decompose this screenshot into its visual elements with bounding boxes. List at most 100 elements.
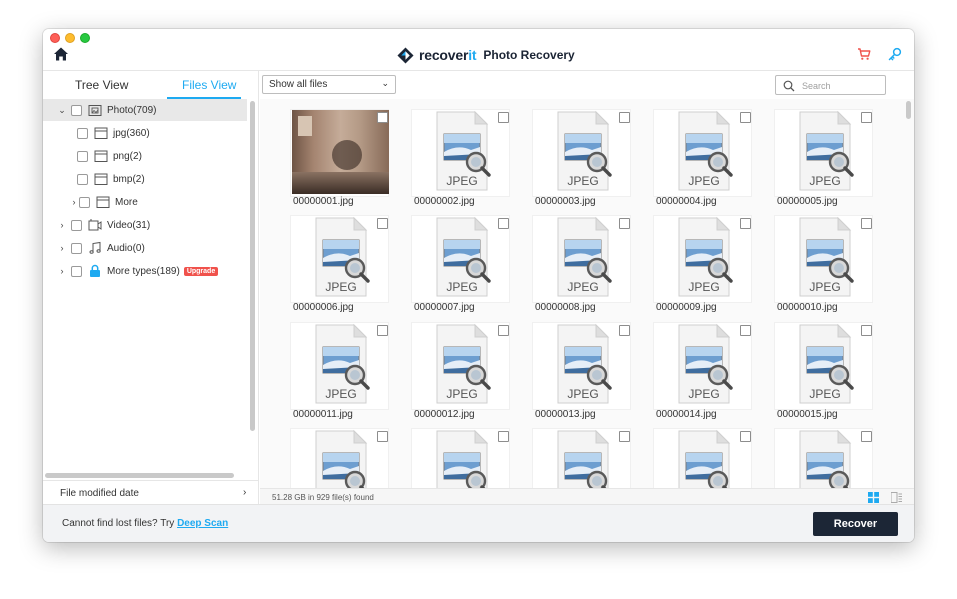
file-checkbox[interactable] <box>740 112 751 123</box>
tree-item-label: Photo(709) <box>107 104 157 116</box>
file-tile[interactable]: JPEG <box>532 428 631 488</box>
file-checkbox[interactable] <box>619 431 630 442</box>
close-window-button[interactable] <box>50 33 60 43</box>
file-checkbox[interactable] <box>861 218 872 229</box>
chevron-down-icon[interactable]: ⌄ <box>57 105 67 116</box>
file-checkbox[interactable] <box>740 325 751 336</box>
file-tile[interactable]: JPEG 00000004.jpg <box>653 109 752 207</box>
file-checkbox[interactable] <box>377 112 388 123</box>
file-tile[interactable]: JPEG 00000010.jpg <box>774 215 873 313</box>
tree-checkbox[interactable] <box>71 104 82 116</box>
jpeg-file-icon: JPEG <box>655 216 752 300</box>
file-checkbox[interactable] <box>498 325 509 336</box>
file-checkbox[interactable] <box>861 325 872 336</box>
tree-item-audio[interactable]: › Audio(0) <box>43 237 247 259</box>
file-checkbox[interactable] <box>377 218 388 229</box>
tree-checkbox[interactable] <box>77 173 88 185</box>
file-name: 00000004.jpg <box>656 196 717 207</box>
tab-tree-view[interactable]: Tree View <box>75 78 128 92</box>
file-checkbox[interactable] <box>377 325 388 336</box>
file-checkbox[interactable] <box>498 431 509 442</box>
cart-icon[interactable] <box>857 47 871 61</box>
file-checkbox[interactable] <box>861 431 872 442</box>
file-tile[interactable]: JPEG <box>411 428 510 488</box>
file-modified-date-filter[interactable]: File modified date › <box>43 480 259 504</box>
tree-item-more[interactable]: › More <box>73 191 277 213</box>
lock-icon <box>90 264 100 277</box>
file-tile[interactable]: JPEG 00000015.jpg <box>774 322 873 420</box>
minimize-window-button[interactable] <box>65 33 75 43</box>
file-tile[interactable]: JPEG 00000012.jpg <box>411 322 510 420</box>
file-tile[interactable]: JPEG <box>774 428 873 488</box>
file-checkbox[interactable] <box>740 431 751 442</box>
tree-item-jpg[interactable]: jpg(360) <box>73 122 277 144</box>
jpeg-file-icon: JPEG <box>776 216 873 300</box>
view-tabs: Tree View Files View <box>43 71 259 99</box>
file-checkbox[interactable] <box>740 218 751 229</box>
tree-checkbox[interactable] <box>71 265 82 277</box>
tree-checkbox[interactable] <box>71 242 82 254</box>
file-checkbox[interactable] <box>619 112 630 123</box>
file-checkbox[interactable] <box>498 218 509 229</box>
tree-checkbox[interactable] <box>77 127 88 139</box>
tree-item-bmp[interactable]: bmp(2) <box>73 168 277 190</box>
jpeg-file-icon: JPEG <box>534 429 631 488</box>
tree-checkbox[interactable] <box>79 196 90 208</box>
file-tile[interactable]: JPEG <box>290 428 389 488</box>
chevron-right-icon[interactable]: › <box>57 220 67 230</box>
tree-item-more-types[interactable]: › More types(189) Upgrade <box>43 260 247 282</box>
file-tile[interactable]: JPEG 00000002.jpg <box>411 109 510 207</box>
title-bar: recoverit Photo Recovery <box>43 29 914 71</box>
jpeg-label: JPEG <box>567 280 598 294</box>
chevron-right-icon[interactable]: › <box>69 197 79 207</box>
grid-view-icon[interactable] <box>868 492 879 503</box>
tree-item-png[interactable]: png(2) <box>73 145 277 167</box>
file-name: 00000003.jpg <box>535 196 596 207</box>
jpeg-label: JPEG <box>446 174 477 188</box>
file-checkbox[interactable] <box>861 112 872 123</box>
file-checkbox[interactable] <box>619 218 630 229</box>
search-input[interactable] <box>802 79 882 92</box>
tree-checkbox[interactable] <box>77 150 88 162</box>
deep-scan-link[interactable]: Deep Scan <box>177 518 228 529</box>
tree-checkbox[interactable] <box>71 219 82 231</box>
chevron-right-icon[interactable]: › <box>57 266 67 276</box>
home-icon[interactable] <box>53 46 69 62</box>
list-view-icon[interactable] <box>891 492 902 503</box>
tab-files-view[interactable]: Files View <box>182 78 236 92</box>
search-box[interactable] <box>775 75 886 95</box>
file-checkbox[interactable] <box>377 431 388 442</box>
upgrade-badge[interactable]: Upgrade <box>183 266 219 276</box>
file-tile[interactable]: JPEG 00000009.jpg <box>653 215 752 313</box>
file-tile[interactable]: JPEG 00000006.jpg <box>290 215 389 313</box>
file-tile[interactable]: JPEG 00000013.jpg <box>532 322 631 420</box>
file-tile[interactable]: JPEG 00000014.jpg <box>653 322 752 420</box>
sidebar-horizontal-scrollbar[interactable] <box>45 473 234 478</box>
chevron-right-icon[interactable]: › <box>57 243 67 253</box>
file-grid-scrollbar[interactable] <box>906 101 911 119</box>
file-tile[interactable]: JPEG <box>653 428 752 488</box>
file-checkbox[interactable] <box>619 325 630 336</box>
jpeg-label: JPEG <box>446 387 477 401</box>
file-name: 00000009.jpg <box>656 302 717 313</box>
file-filter-select[interactable]: Show all files ⌄ <box>262 75 396 94</box>
jpeg-file-icon: JPEG <box>776 110 873 194</box>
file-tile[interactable]: JPEG 00000007.jpg <box>411 215 510 313</box>
recover-button[interactable]: Recover <box>813 512 898 536</box>
file-name: 00000007.jpg <box>414 302 475 313</box>
file-checkbox[interactable] <box>498 112 509 123</box>
file-tile[interactable]: JPEG 00000011.jpg <box>290 322 389 420</box>
file-tile[interactable]: JPEG 00000008.jpg <box>532 215 631 313</box>
file-tile[interactable]: JPEG 00000003.jpg <box>532 109 631 207</box>
video-icon <box>88 219 102 231</box>
jpeg-label: JPEG <box>809 174 840 188</box>
jpeg-file-icon: JPEG <box>534 216 631 300</box>
zoom-window-button[interactable] <box>80 33 90 43</box>
key-icon[interactable] <box>888 47 902 61</box>
sidebar-vertical-scrollbar[interactable] <box>250 101 255 431</box>
jpeg-file-icon: JPEG <box>534 110 631 194</box>
file-tile[interactable]: JPEG 00000005.jpg <box>774 109 873 207</box>
tree-item-video[interactable]: › Video(31) <box>43 214 247 236</box>
file-tile[interactable]: 00000001.jpg <box>290 109 389 207</box>
tree-item-photo[interactable]: ⌄ Photo(709) <box>43 99 247 121</box>
